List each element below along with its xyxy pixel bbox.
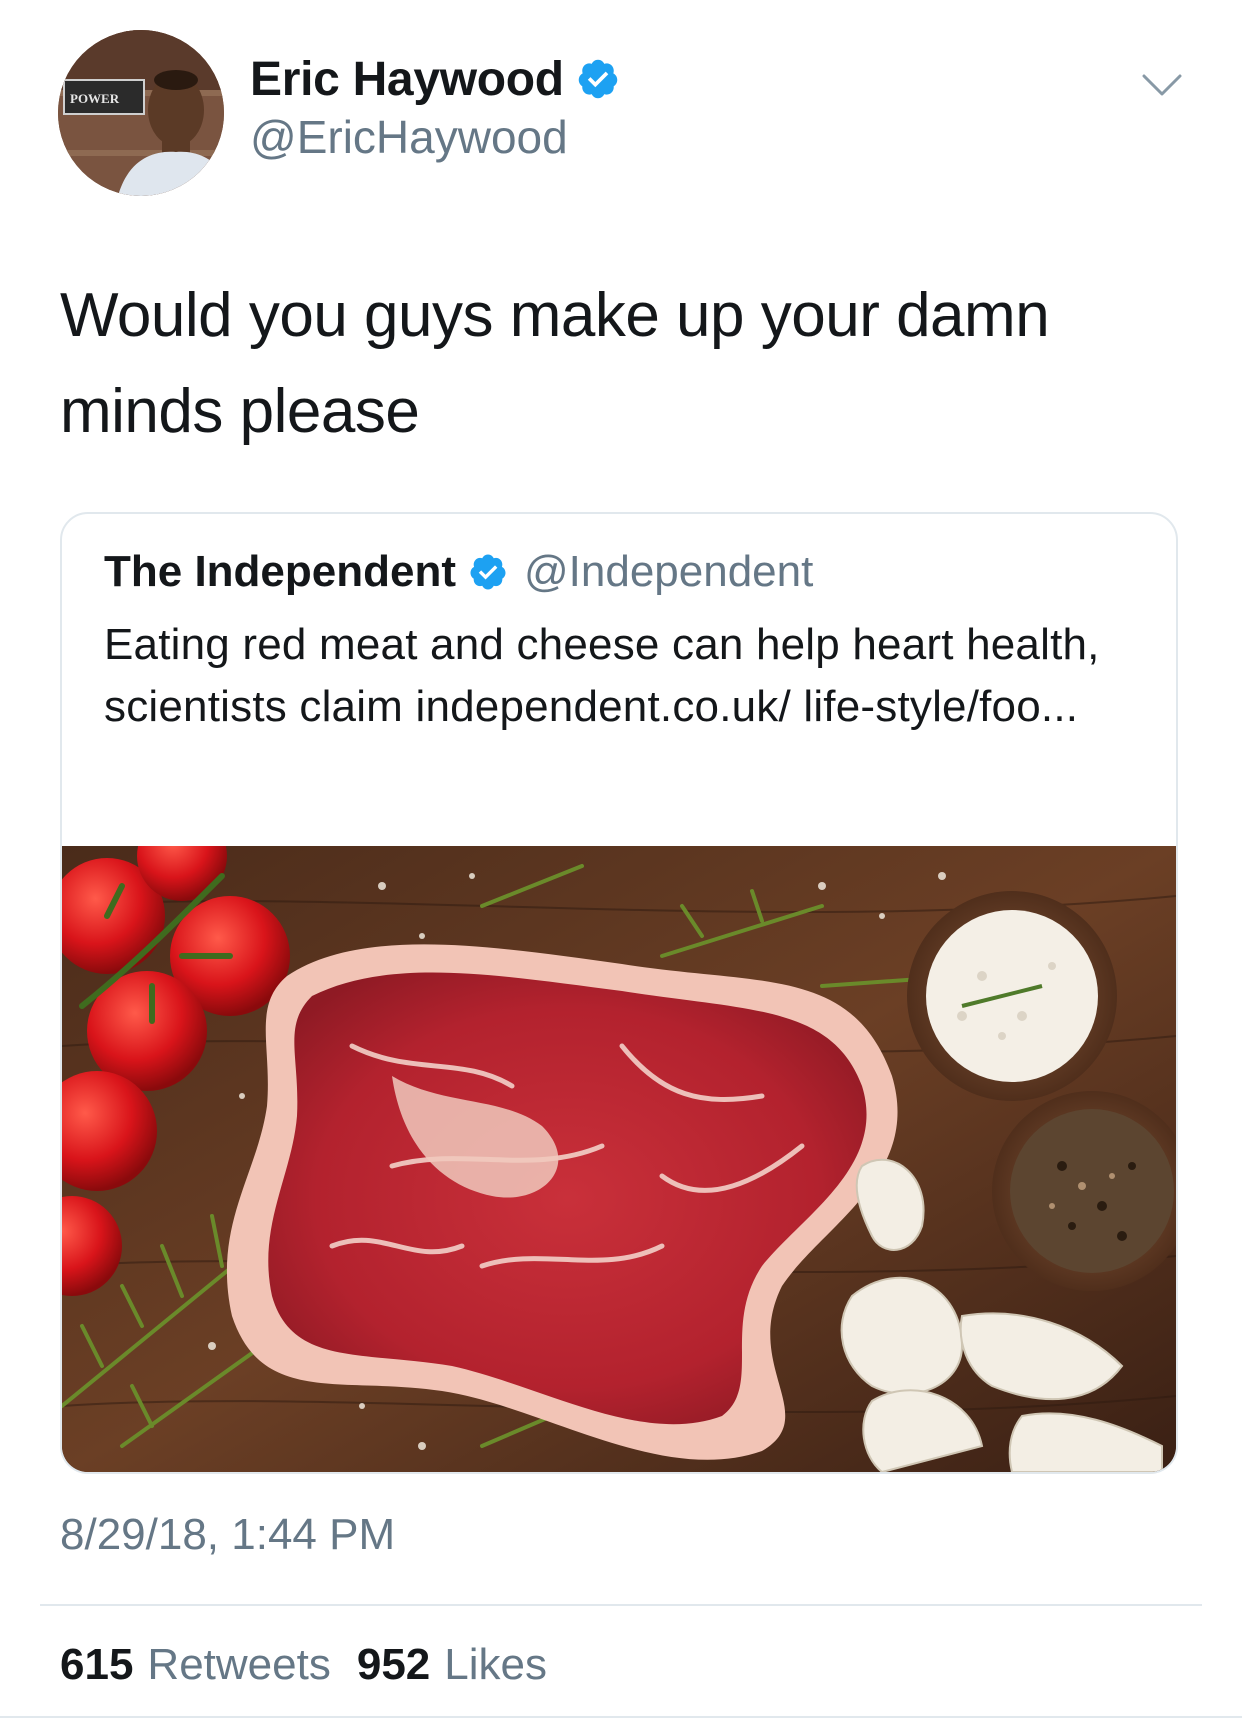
tweet: POWER Eric Haywood @EricHaywood Would yo…	[0, 0, 1242, 1730]
avatar[interactable]: POWER	[58, 30, 224, 196]
author-display-name[interactable]: Eric Haywood	[250, 52, 564, 107]
tweet-text: Would you guys make up your damn minds p…	[60, 281, 1050, 446]
likes-count: 952	[356, 1640, 431, 1689]
divider	[0, 1716, 1242, 1718]
author-name-row[interactable]: Eric Haywood	[250, 48, 620, 110]
retweets-count: 615	[60, 1640, 134, 1689]
quoted-tweet-text: Eating red meat and cheese can help hear…	[104, 620, 1100, 731]
author-handle[interactable]: @EricHaywood	[250, 110, 568, 164]
likes-stat[interactable]: 952 Likes	[357, 1640, 547, 1690]
svg-text:POWER: POWER	[70, 91, 120, 106]
quoted-display-name: The Independent	[104, 547, 456, 596]
divider	[40, 1604, 1202, 1606]
retweets-label: Retweets	[147, 1640, 331, 1689]
chevron-down-icon[interactable]	[1140, 70, 1184, 100]
quoted-tweet-card[interactable]: The Independent @Independent Eating red …	[60, 512, 1178, 1474]
likes-label: Likes	[444, 1640, 547, 1689]
verified-badge-icon	[470, 554, 506, 590]
quoted-handle: @Independent	[524, 547, 814, 596]
tweet-timestamp[interactable]: 8/29/18, 1:44 PM	[60, 1510, 395, 1560]
quoted-tweet-image[interactable]	[62, 846, 1176, 1472]
quoted-tweet-header: The Independent @Independent	[104, 542, 813, 602]
retweets-stat[interactable]: 615 Retweets	[60, 1640, 331, 1690]
tweet-stats: 615 Retweets 952 Likes	[60, 1640, 547, 1690]
verified-badge-icon	[578, 59, 618, 99]
